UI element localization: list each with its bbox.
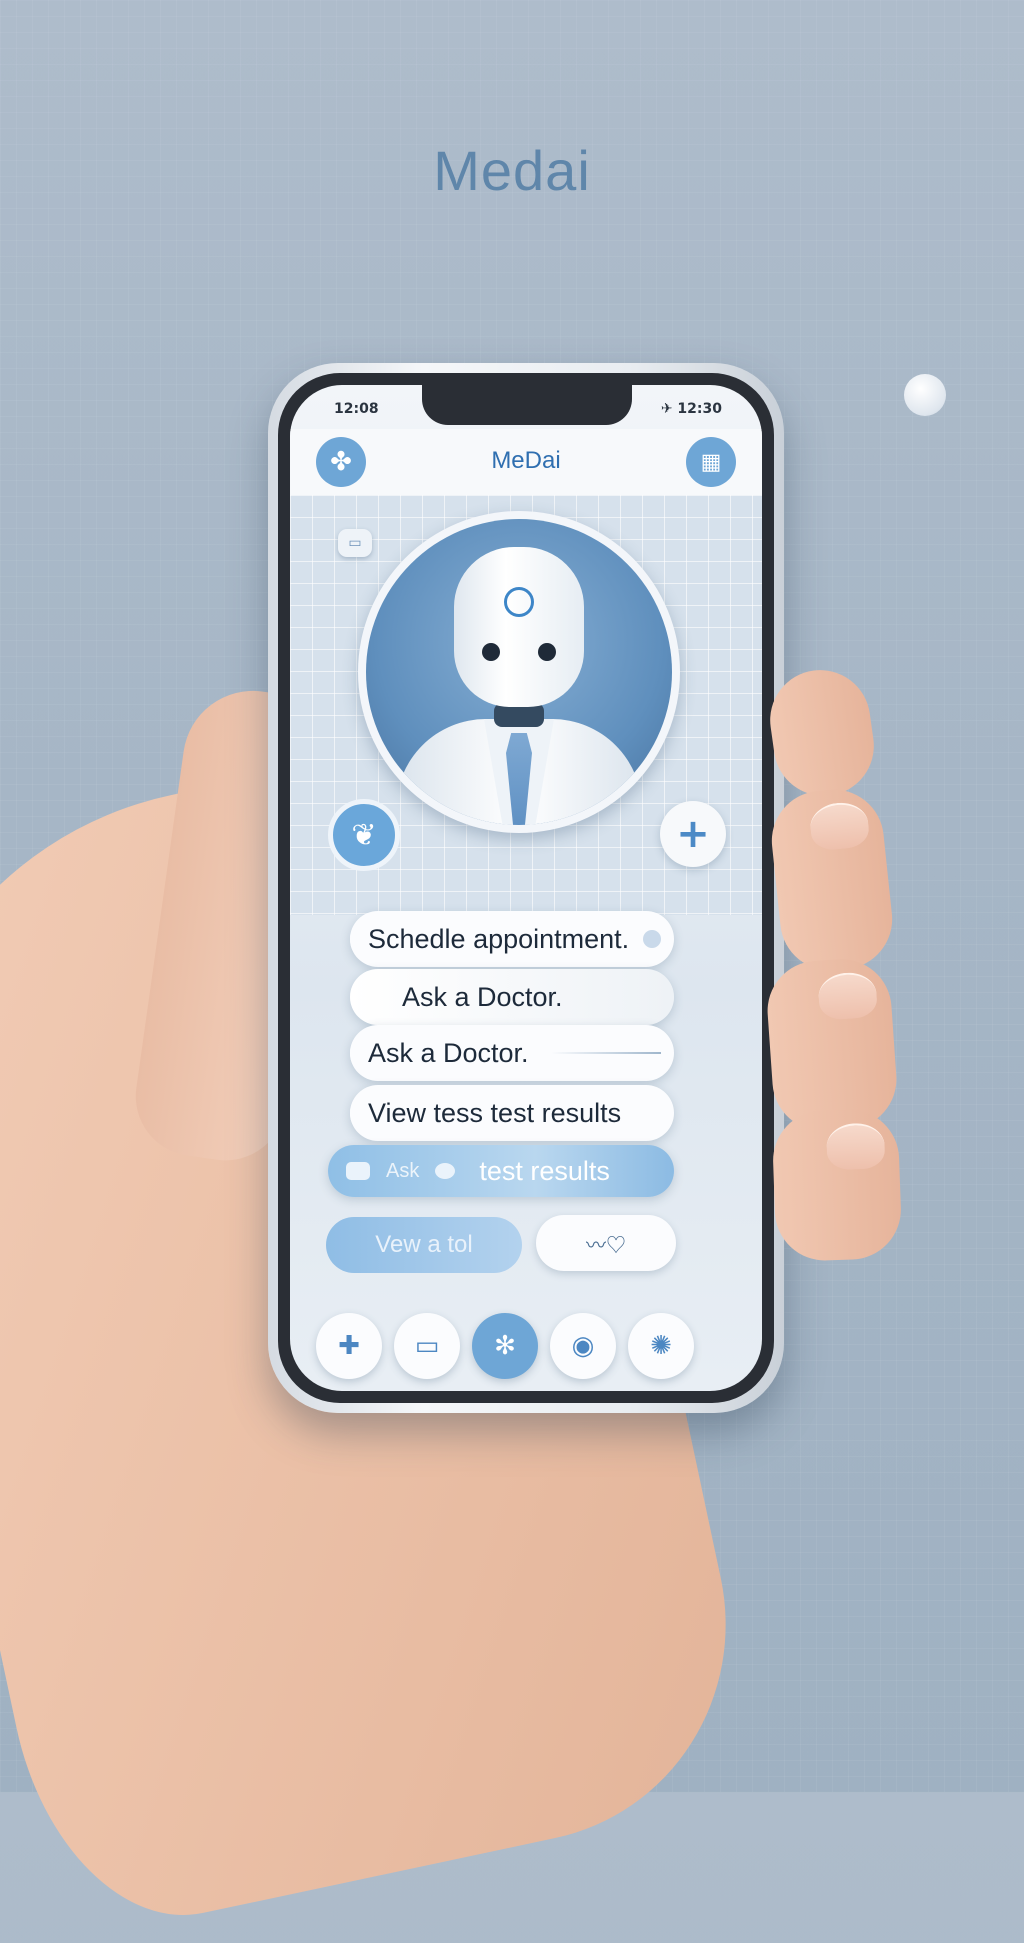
- chat-bubble-ask-doctor-2[interactable]: Ask a Doctor.: [350, 1025, 674, 1081]
- hand-finger-ring: [764, 955, 900, 1135]
- robot-head: [454, 547, 584, 707]
- heartbeat-icon: 〰♡: [586, 1234, 626, 1257]
- status-indicators: ✈ 12:30: [660, 401, 722, 417]
- card-icon: [346, 1162, 370, 1180]
- bubble-label-left: Ask: [386, 1159, 420, 1182]
- waveform-line: [550, 1052, 661, 1054]
- robot-eye-right: [538, 643, 556, 661]
- bubble-tail: [350, 1107, 352, 1123]
- view-a-tool-label: Vew a tol: [375, 1231, 473, 1258]
- phone-bezel: 12:08 ✈ 12:30 ✤ MeDai ▦ ▭ ❦ + Schedle ap…: [278, 373, 774, 1403]
- robot-forehead-badge: [504, 587, 534, 617]
- fingernail: [817, 970, 879, 1021]
- nav-chat-icon[interactable]: ◉: [550, 1313, 616, 1379]
- nav-settings-icon[interactable]: ✺: [628, 1313, 694, 1379]
- bubble-label: Ask a Doctor.: [402, 981, 563, 1012]
- chat-icon: [435, 1163, 456, 1179]
- nav-card-icon[interactable]: ▭: [394, 1313, 460, 1379]
- robot-eye-left: [482, 643, 500, 661]
- phone: 12:08 ✈ 12:30 ✤ MeDai ▦ ▭ ❦ + Schedle ap…: [268, 363, 784, 1413]
- bubble-label: Schedle appointment.: [368, 923, 630, 954]
- bubble-label-right: test results: [479, 1155, 610, 1186]
- chat-chip-icon[interactable]: ▭: [338, 529, 372, 557]
- fingernail: [825, 1122, 886, 1171]
- heart-hands-icon[interactable]: ❦: [328, 799, 400, 871]
- view-a-tool-button[interactable]: Vew a tol: [326, 1217, 522, 1273]
- bubble-tail: [350, 1047, 352, 1063]
- robot-doctor-avatar: [366, 519, 672, 825]
- bubble-label: View tess test results: [368, 1097, 622, 1128]
- assistant-avatar-frame: [358, 511, 680, 833]
- notch: [422, 385, 632, 425]
- hand-finger-pinky: [771, 1107, 903, 1263]
- chat-bubble-test-results[interactable]: Ask test results: [328, 1145, 674, 1197]
- phone-screen: 12:08 ✈ 12:30 ✤ MeDai ▦ ▭ ❦ + Schedle ap…: [290, 385, 762, 1391]
- grid-icon[interactable]: ▦: [686, 437, 736, 487]
- app-bar: ✤ MeDai ▦: [290, 429, 762, 496]
- floating-orb: [904, 374, 946, 416]
- bubble-tail: [350, 933, 352, 949]
- nav-plus-icon[interactable]: ✚: [316, 1313, 382, 1379]
- info-dot-icon: [643, 930, 662, 948]
- chat-bubble-ask-doctor[interactable]: Ask a Doctor.: [350, 969, 674, 1025]
- plus-icon[interactable]: +: [660, 801, 726, 867]
- status-time: 12:08: [334, 401, 379, 417]
- brand-title: Medai: [433, 139, 591, 202]
- heartbeat-button[interactable]: 〰♡: [536, 1215, 676, 1271]
- fingernail: [808, 800, 871, 852]
- chat-bubble-schedule[interactable]: Schedle appointment.: [350, 911, 674, 967]
- bubble-label: Ask a Doctor.: [368, 1037, 529, 1068]
- nav-stethoscope-icon[interactable]: ✻: [472, 1313, 538, 1379]
- chat-bubble-view-results[interactable]: View tess test results: [350, 1085, 674, 1141]
